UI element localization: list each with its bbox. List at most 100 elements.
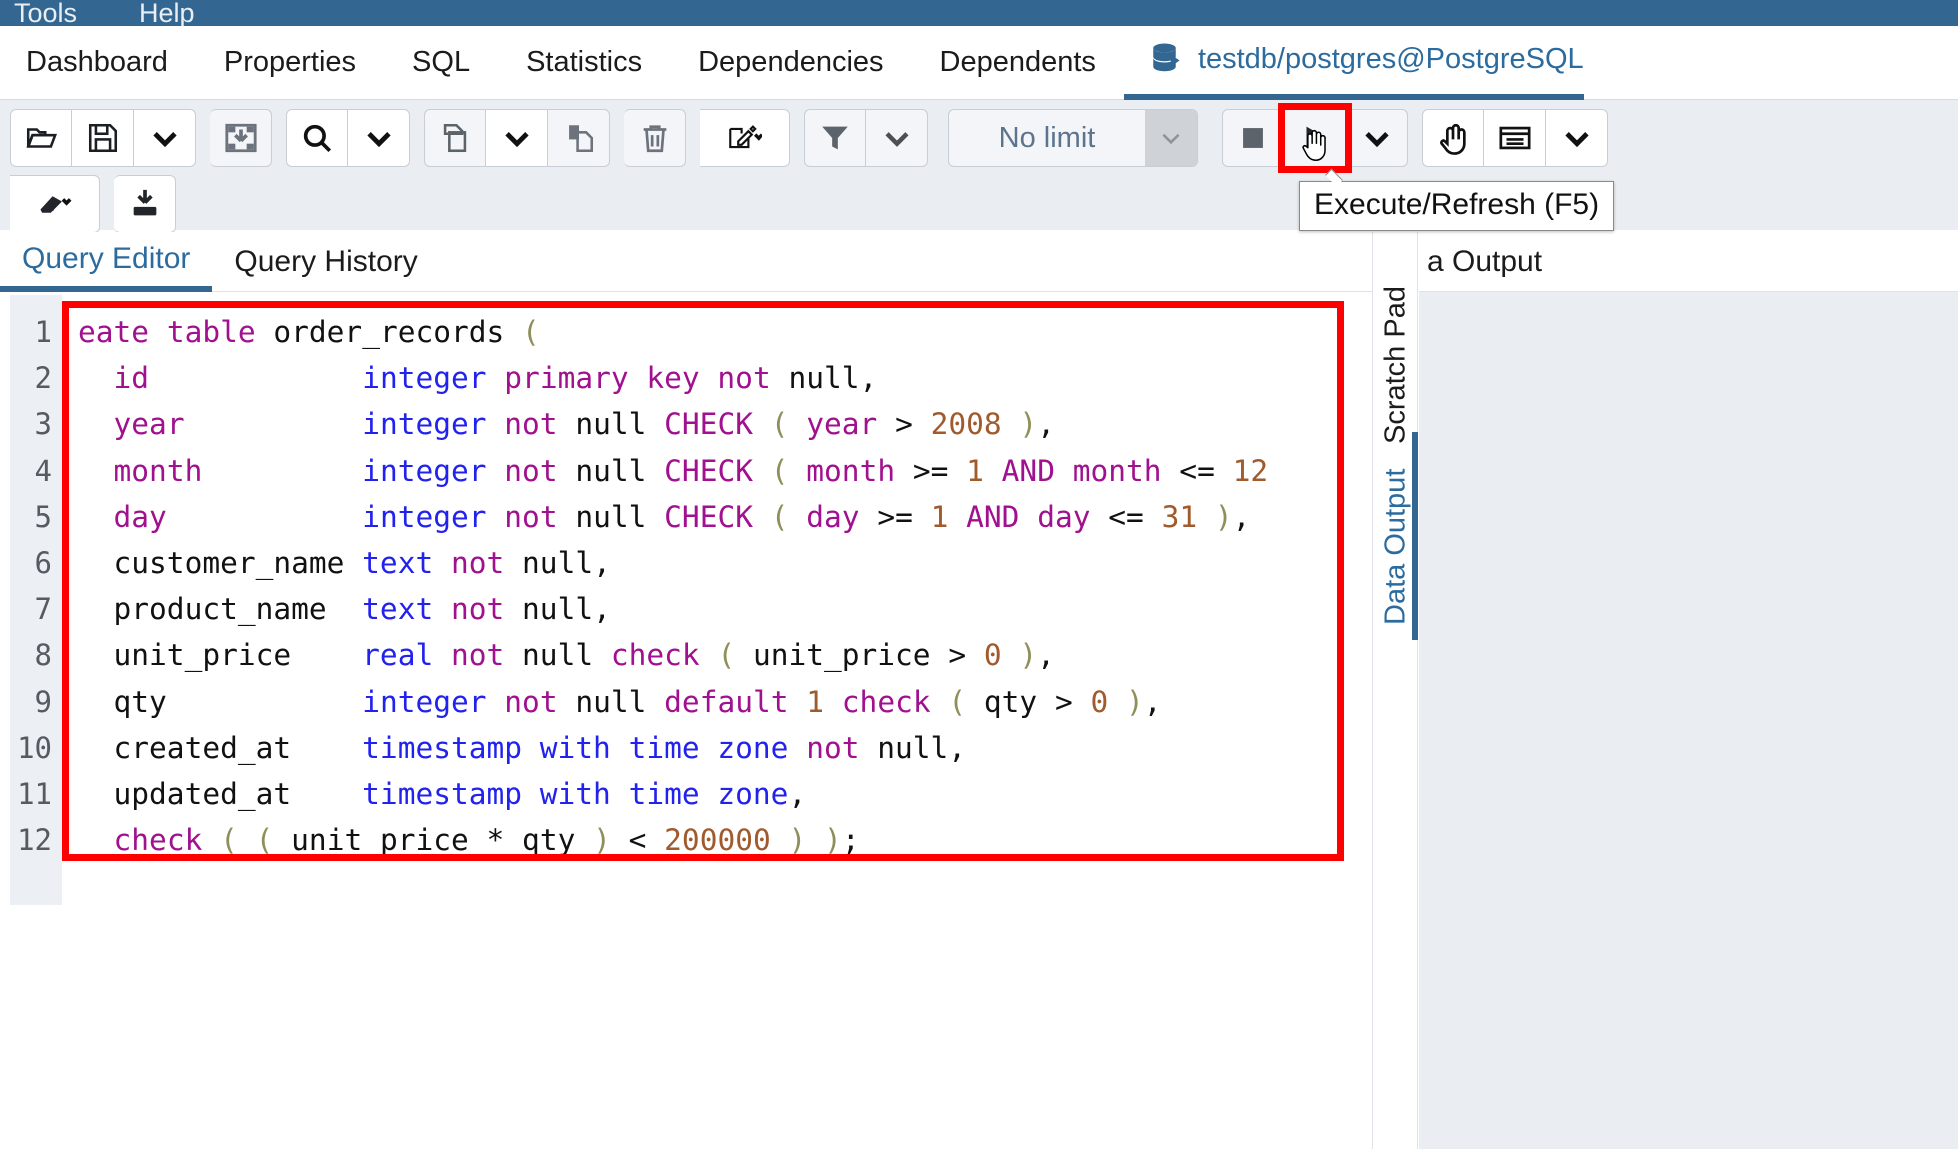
download-csv-button[interactable] bbox=[114, 175, 176, 233]
copy-dropdown[interactable] bbox=[486, 109, 548, 167]
code-line: check ( ( unit_price * qty ) < 200000 ) … bbox=[78, 817, 1372, 863]
sql-code-editor[interactable]: 123456789101112 eate table order_records… bbox=[0, 295, 1372, 905]
code-line: product_name text not null, bbox=[78, 586, 1372, 632]
macros-button[interactable] bbox=[1422, 109, 1484, 167]
paste-button[interactable] bbox=[548, 109, 610, 167]
code-token: , bbox=[1037, 638, 1055, 672]
pgadmin-query-tool-window: Tools Help Dashboard Properties SQL Stat… bbox=[0, 0, 1958, 1149]
code-token: null bbox=[504, 638, 611, 672]
code-token bbox=[149, 315, 167, 349]
code-token bbox=[948, 500, 966, 534]
code-token bbox=[487, 454, 505, 488]
code-token: text bbox=[362, 592, 433, 626]
row-limit-select[interactable]: No limit bbox=[948, 109, 1198, 167]
code-token: year bbox=[114, 407, 185, 441]
edit-group bbox=[700, 109, 790, 167]
editor-tab-bar: Query Editor Query History bbox=[0, 232, 1372, 292]
code-line: month integer not null CHECK ( month >= … bbox=[78, 448, 1372, 494]
tab-query-history[interactable]: Query History bbox=[212, 232, 439, 292]
code-token bbox=[433, 546, 451, 580]
code-token: ) bbox=[824, 823, 842, 857]
code-line: created_at timestamp with time zone not … bbox=[78, 725, 1372, 771]
database-icon bbox=[1152, 43, 1182, 77]
code-token: unit_price bbox=[78, 638, 362, 672]
code-token: not bbox=[504, 454, 557, 488]
tab-statistics[interactable]: Statistics bbox=[498, 26, 670, 100]
code-token bbox=[202, 823, 220, 857]
tab-properties[interactable]: Properties bbox=[196, 26, 384, 100]
code-token: 1 bbox=[966, 454, 984, 488]
code-token bbox=[433, 592, 451, 626]
code-token bbox=[487, 685, 505, 719]
delete-button[interactable] bbox=[624, 109, 686, 167]
save-file-button[interactable] bbox=[72, 109, 134, 167]
code-line: eate table order_records ( bbox=[78, 309, 1372, 355]
code-token bbox=[700, 638, 718, 672]
code-token: , bbox=[788, 777, 806, 811]
tab-dashboard[interactable]: Dashboard bbox=[0, 26, 196, 100]
code-token bbox=[433, 638, 451, 672]
code-token: month bbox=[806, 454, 895, 488]
code-token: not bbox=[451, 592, 504, 626]
code-token: AND bbox=[966, 500, 1019, 534]
code-token: not bbox=[504, 407, 557, 441]
stop-button[interactable] bbox=[1222, 109, 1284, 167]
menu-item-tools[interactable]: Tools bbox=[14, 0, 77, 26]
edit-button[interactable] bbox=[700, 109, 790, 167]
code-token: customer_name bbox=[78, 546, 362, 580]
tab-query-editor[interactable]: Query Editor bbox=[0, 232, 212, 292]
load-data-button[interactable] bbox=[210, 109, 272, 167]
code-token bbox=[167, 500, 362, 534]
code-token: >= bbox=[895, 454, 966, 488]
code-token: id bbox=[114, 361, 150, 395]
code-token: null bbox=[558, 500, 665, 534]
code-token bbox=[1055, 454, 1073, 488]
panels-button[interactable] bbox=[1484, 109, 1546, 167]
find-button[interactable] bbox=[286, 109, 348, 167]
load-data-group bbox=[210, 109, 272, 167]
delete-group bbox=[624, 109, 686, 167]
menu-item-help[interactable]: Help bbox=[139, 0, 195, 26]
code-token: ( bbox=[220, 823, 238, 857]
tab-sql[interactable]: SQL bbox=[384, 26, 498, 100]
toolbar-row-primary: No limit bbox=[10, 108, 1958, 168]
code-line: unit_price real not null check ( unit_pr… bbox=[78, 632, 1372, 678]
open-file-button[interactable] bbox=[10, 109, 72, 167]
code-token: ( bbox=[256, 823, 274, 857]
editor-code-content[interactable]: eate table order_records ( id integer pr… bbox=[62, 295, 1372, 905]
code-token: AND bbox=[1002, 454, 1055, 488]
execute-button[interactable] bbox=[1284, 109, 1346, 167]
code-token: text bbox=[362, 546, 433, 580]
copy-button[interactable] bbox=[424, 109, 486, 167]
filter-button[interactable] bbox=[804, 109, 866, 167]
toolbar-row-secondary bbox=[10, 174, 1958, 234]
code-token bbox=[78, 454, 114, 488]
filter-dropdown[interactable] bbox=[866, 109, 928, 167]
code-token: table bbox=[167, 315, 256, 349]
find-group bbox=[286, 109, 410, 167]
code-token bbox=[1019, 500, 1037, 534]
code-token: CHECK bbox=[664, 454, 753, 488]
code-token: CHECK bbox=[664, 407, 753, 441]
clear-button[interactable] bbox=[10, 175, 100, 233]
code-token: null bbox=[558, 407, 665, 441]
code-token bbox=[1197, 500, 1215, 534]
code-token: <= bbox=[1162, 454, 1233, 488]
code-token bbox=[789, 407, 807, 441]
code-token: ( bbox=[948, 685, 966, 719]
code-token: unit_price > bbox=[735, 638, 984, 672]
code-token: qty > bbox=[966, 685, 1090, 719]
tab-connection-label: testdb/postgres@PostgreSQL bbox=[1198, 43, 1584, 76]
code-token: not bbox=[504, 500, 557, 534]
download-group bbox=[114, 175, 176, 233]
code-token bbox=[788, 731, 806, 765]
panels-dropdown[interactable] bbox=[1546, 109, 1608, 167]
tab-dependents[interactable]: Dependents bbox=[912, 26, 1124, 100]
find-dropdown[interactable] bbox=[348, 109, 410, 167]
code-token: integer bbox=[362, 454, 486, 488]
tab-dependencies[interactable]: Dependencies bbox=[670, 26, 911, 100]
code-token: day bbox=[806, 500, 859, 534]
save-file-dropdown[interactable] bbox=[134, 109, 196, 167]
editor-empty-area bbox=[0, 905, 1372, 1149]
tab-query-tool-connection[interactable]: testdb/postgres@PostgreSQL bbox=[1124, 26, 1584, 100]
